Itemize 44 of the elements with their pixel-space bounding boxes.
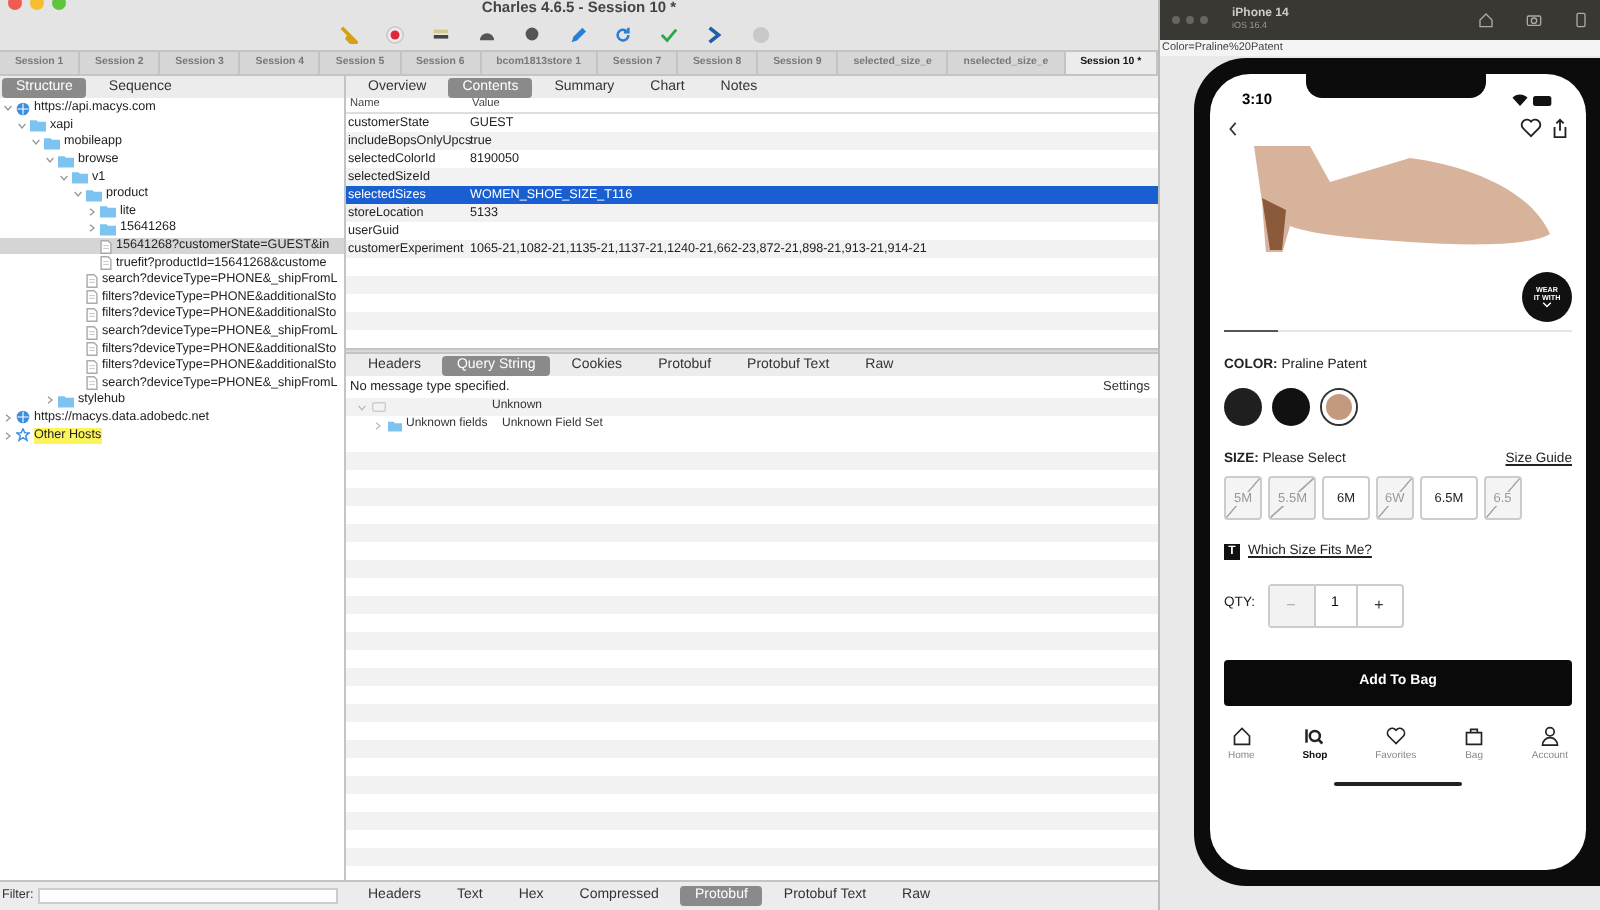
color-swatch[interactable] bbox=[1320, 388, 1358, 427]
caret-icon[interactable] bbox=[59, 173, 67, 182]
caret-icon[interactable] bbox=[3, 431, 11, 440]
refresh-icon[interactable] bbox=[614, 25, 632, 43]
chevron-down-icon bbox=[1542, 302, 1552, 308]
wifi-icon bbox=[1512, 94, 1528, 106]
caret-icon[interactable] bbox=[374, 421, 382, 429]
caret-icon[interactable] bbox=[3, 104, 11, 113]
caret-icon[interactable] bbox=[358, 403, 366, 411]
folder-icon bbox=[58, 393, 74, 408]
close-button[interactable] bbox=[8, 0, 22, 10]
caret-icon[interactable] bbox=[31, 138, 39, 147]
caret-icon[interactable] bbox=[45, 396, 53, 405]
globe-icon bbox=[16, 410, 30, 425]
zoom-button[interactable] bbox=[52, 0, 66, 10]
caret-icon[interactable] bbox=[73, 190, 81, 199]
color-swatch[interactable] bbox=[1272, 388, 1310, 427]
rotate-icon[interactable] bbox=[1574, 12, 1588, 28]
record-icon[interactable] bbox=[386, 25, 404, 43]
dot-icon[interactable] bbox=[524, 26, 540, 42]
filter-field[interactable] bbox=[37, 888, 338, 904]
home-indicator bbox=[1334, 782, 1462, 787]
caret-icon[interactable] bbox=[87, 207, 95, 216]
screenshot-icon[interactable] bbox=[1526, 12, 1542, 28]
caret-icon[interactable] bbox=[87, 224, 95, 233]
search-icon bbox=[1304, 725, 1325, 746]
heart-icon[interactable] bbox=[1520, 118, 1542, 138]
back-icon[interactable] bbox=[1228, 121, 1238, 135]
check-icon[interactable] bbox=[660, 25, 678, 43]
person-icon bbox=[1539, 725, 1560, 746]
bag-icon bbox=[1464, 725, 1485, 746]
share-icon[interactable] bbox=[1552, 118, 1568, 138]
home-icon bbox=[1231, 725, 1252, 746]
battery-icon bbox=[1532, 95, 1554, 105]
caret-icon[interactable] bbox=[17, 121, 25, 130]
caret-icon[interactable] bbox=[3, 413, 11, 422]
color-swatch[interactable] bbox=[1224, 388, 1262, 427]
globe-icon bbox=[16, 101, 30, 116]
heart-icon bbox=[1385, 725, 1406, 746]
star-icon bbox=[16, 428, 30, 443]
increment-button[interactable]: + bbox=[1357, 585, 1401, 626]
home-icon[interactable] bbox=[1478, 12, 1494, 28]
pen-icon[interactable] bbox=[568, 25, 586, 43]
caret-icon[interactable] bbox=[45, 156, 53, 165]
